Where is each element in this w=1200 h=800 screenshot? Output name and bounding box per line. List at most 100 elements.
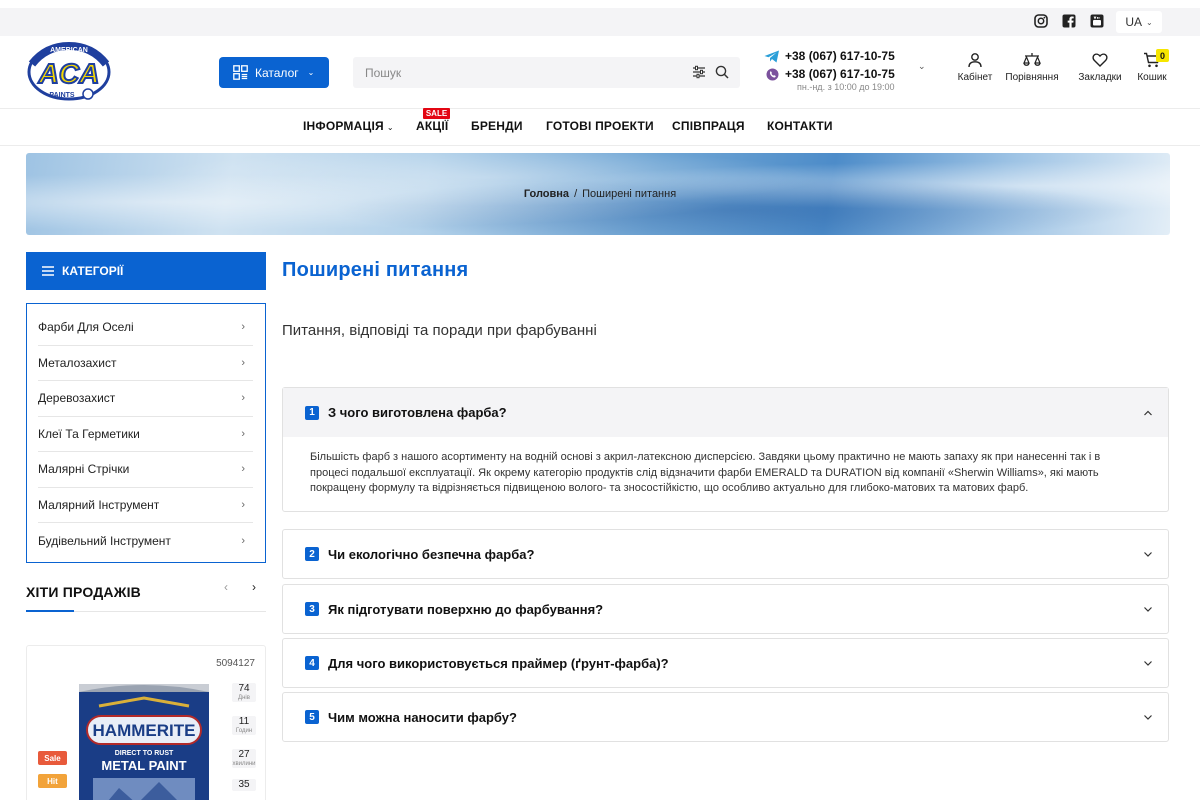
chevron-right-icon[interactable]: › [245, 578, 263, 596]
search-input[interactable] [353, 57, 683, 88]
hits-title: ХІТИ ПРОДАЖІВ [26, 584, 141, 600]
working-hours: пн.-нд. з 10:00 до 19:00 [797, 82, 895, 92]
chevron-down-icon: ⌄ [1145, 17, 1153, 27]
category-item[interactable]: Фарби Для Оселі › [38, 310, 253, 346]
category-item[interactable]: Малярний Інструмент › [38, 488, 253, 523]
phone-number: +38 (067) 617-10-75 [785, 67, 895, 81]
search-icon[interactable] [714, 64, 730, 80]
bookmarks-label: Закладки [1078, 72, 1122, 83]
faq-question-toggle[interactable]: 2 Чи екологічно безпечна фарба? [283, 530, 1168, 578]
breadcrumb-separator: / [574, 188, 578, 200]
chevron-down-icon [1144, 607, 1152, 612]
main-nav: ІНФОРМАЦІЯ ⌄ АКЦІЇ БРЕНДИ ГОТОВІ ПРОЕКТИ … [0, 119, 1200, 135]
chevron-right-icon: › [241, 427, 245, 440]
phone-number: +38 (067) 617-10-75 [785, 49, 895, 63]
category-item[interactable]: Будівельний Інструмент › [38, 523, 253, 559]
category-item[interactable]: Малярні Стрічки › [38, 452, 253, 488]
sale-badge: SALE [423, 108, 450, 119]
chevron-down-icon: ⌄ [307, 68, 315, 77]
filter-icon[interactable] [691, 64, 707, 80]
category-label: Малярний Інструмент [38, 497, 160, 512]
faq-item: 5 Чим можна наносити фарбу? [282, 692, 1169, 742]
search-bar [353, 57, 740, 88]
category-item[interactable]: Деревозахист › [38, 381, 253, 417]
faq-question-toggle[interactable]: 3 Як підготувати поверхню до фарбування? [283, 585, 1168, 633]
chevron-down-icon [1144, 661, 1152, 666]
nav-item-sales[interactable]: АКЦІЇ [416, 119, 448, 133]
faq-item: 4 Для чого використовується праймер (ґру… [282, 638, 1169, 688]
faq-number: 5 [305, 710, 319, 724]
compare-link[interactable]: Порівняння [1002, 52, 1062, 83]
nav-item-info[interactable]: ІНФОРМАЦІЯ ⌄ [303, 119, 394, 133]
page-title: Поширені питання [282, 259, 469, 281]
faq-question: Як підготувати поверхню до фарбування? [328, 601, 604, 617]
scales-icon [1023, 53, 1041, 66]
facebook-icon[interactable] [1061, 13, 1076, 28]
heart-icon [1092, 53, 1108, 67]
viber-icon [764, 67, 780, 81]
categories-header[interactable]: КАТЕГОРІЇ [26, 252, 266, 290]
phone-viber[interactable]: +38 (067) 617-10-75 [764, 65, 914, 83]
cart-label: Кошик [1137, 72, 1167, 83]
chevron-down-icon[interactable]: ⌄ [918, 61, 926, 72]
timer-unit: хвилини [232, 761, 256, 767]
category-item[interactable]: Клеї Та Герметики › [38, 417, 253, 452]
chevron-up-icon [1144, 410, 1152, 415]
timer-value: 74 [238, 683, 250, 694]
cart-count-badge: 0 [1156, 49, 1169, 62]
faq-item: 3 Як підготувати поверхню до фарбування? [282, 584, 1169, 634]
chevron-right-icon: › [241, 321, 245, 334]
logo-top-text: AMERICAN [50, 47, 88, 54]
title-underline [26, 610, 74, 612]
instagram-icon[interactable] [1033, 13, 1048, 28]
can-brand-text: HAMMERITE [93, 721, 196, 740]
chevron-down-icon [1144, 715, 1152, 720]
logo-bottom-text: PAINTS [49, 92, 74, 99]
catalog-label: Каталог [255, 65, 299, 80]
faq-number: 2 [305, 547, 319, 561]
nav-item-contacts[interactable]: КОНТАКТИ [767, 119, 833, 133]
hit-badge: Hit [38, 774, 67, 788]
faq-item: 1 З чого виготовлена фарба? Більшість фа… [282, 387, 1169, 512]
faq-question: З чого виготовлена фарба? [328, 405, 507, 420]
breadcrumb-home[interactable]: Головна [524, 188, 569, 200]
categories-list: Фарби Для Оселі › Металозахист › Деревозах… [26, 303, 266, 563]
category-label: Фарби Для Оселі [38, 320, 134, 335]
menu-icon [42, 266, 54, 276]
timer-unit: Днів [238, 695, 250, 701]
timer-value: 11 [238, 716, 250, 727]
timer-value: 35 [238, 779, 250, 790]
logo[interactable]: AMERICAN ACA PAINTS [26, 40, 112, 102]
timer-seconds: 35 [232, 779, 256, 791]
nav-item-cooperation[interactable]: СПІВПРАЦЯ [672, 119, 745, 133]
top-bar: UA ⌄ [0, 8, 1200, 36]
divider [0, 108, 1200, 109]
nav-item-brands[interactable]: БРЕНДИ [471, 119, 523, 133]
language-label: UA [1125, 15, 1142, 29]
chevron-left-icon[interactable]: ‹ [217, 578, 235, 596]
faq-answer: Більшість фарб з нашого асортименту на в… [310, 451, 1101, 494]
compare-label: Порівняння [1005, 72, 1059, 83]
product-card[interactable]: 5094127 HAMMERITE DIRECT TO RUST METAL P… [26, 645, 266, 800]
language-selector[interactable]: UA ⌄ [1116, 11, 1162, 33]
faq-number: 4 [305, 656, 319, 670]
nav-item-projects[interactable]: ГОТОВІ ПРОЕКТИ [546, 119, 654, 133]
faq-question-toggle[interactable]: 1 З чого виготовлена фарба? [283, 388, 1168, 437]
breadcrumb-current: Поширені питання [582, 188, 677, 200]
category-item[interactable]: Металозахист › [38, 346, 253, 381]
catalog-button[interactable]: Каталог ⌄ [219, 57, 329, 88]
timer-value: 27 [238, 749, 250, 760]
faq-question-toggle[interactable]: 4 Для чого використовується праймер (ґру… [283, 639, 1168, 687]
cabinet-link[interactable]: Кабінет [955, 52, 995, 83]
page-subtitle: Питання, відповіді та поради при фарбува… [282, 322, 597, 339]
phone-telegram[interactable]: +38 (067) 617-10-75 [764, 47, 914, 65]
category-label: Малярні Стрічки [38, 462, 130, 477]
sale-badge: Sale [38, 751, 67, 765]
product-image[interactable]: HAMMERITE DIRECT TO RUST METAL PAINT [79, 684, 209, 800]
bookmarks-link[interactable]: Закладки [1075, 52, 1125, 83]
product-sku: 5094127 [216, 658, 255, 669]
category-label: Будівельний Інструмент [38, 533, 171, 548]
youtube-icon[interactable] [1089, 13, 1104, 28]
faq-question-toggle[interactable]: 5 Чим можна наносити фарбу? [283, 693, 1168, 741]
chevron-down-icon: ⌄ [386, 123, 394, 132]
